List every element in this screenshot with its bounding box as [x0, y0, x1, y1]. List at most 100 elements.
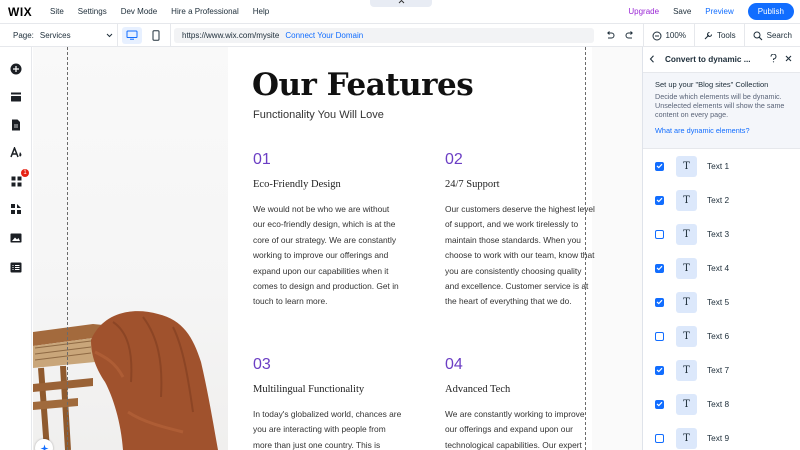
element-checkbox[interactable]	[655, 195, 664, 205]
save-button[interactable]: Save	[673, 7, 691, 16]
feature-card[interactable]: 01 Eco-Friendly Design We would not be w…	[253, 151, 403, 310]
features-section[interactable]: Our Features Functionality You Will Love…	[228, 47, 595, 450]
zoom-level: 100%	[665, 31, 686, 40]
menu-dev-mode[interactable]: Dev Mode	[121, 7, 157, 16]
checkmark-icon	[656, 367, 663, 373]
top-menu: Site Settings Dev Mode Hire a Profession…	[50, 7, 283, 16]
list-item[interactable]: T Text 8	[643, 387, 800, 421]
tools-button[interactable]: Tools	[695, 24, 744, 47]
publish-button[interactable]: Publish	[747, 3, 794, 20]
element-label: Text 9	[707, 433, 730, 443]
checkmark-icon	[656, 299, 663, 305]
chevron-left-icon	[649, 54, 654, 63]
element-checkbox[interactable]	[655, 399, 664, 409]
menu-hire-professional[interactable]: Hire a Professional	[171, 7, 239, 16]
collection-description: Decide which elements will be dynamic. U…	[655, 92, 785, 119]
list-item[interactable]: T Text 2	[643, 183, 800, 217]
design-button[interactable]	[9, 146, 23, 160]
zoom-out-icon	[652, 31, 662, 40]
dynamic-elements-link[interactable]: What are dynamic elements?	[655, 126, 788, 135]
cms-button[interactable]	[9, 260, 23, 274]
text-element-icon: T	[676, 155, 697, 177]
business-icon	[11, 204, 21, 214]
list-item[interactable]: T Text 7	[643, 353, 800, 387]
editor-toolbar: Page: Services https://www.wix.com/mysit…	[0, 23, 800, 47]
feature-description: In today's globalized world, chances are…	[253, 409, 402, 450]
zoom-button[interactable]: 100%	[644, 24, 693, 47]
connect-domain-link[interactable]: Connect Your Domain	[285, 31, 363, 40]
feature-card[interactable]: 03 Multilingual Functionality In today's…	[253, 356, 403, 450]
list-item[interactable]: T Text 1	[643, 149, 800, 183]
list-item[interactable]: T Text 9	[643, 421, 800, 450]
page-subtitle[interactable]: Functionality You Will Love	[253, 109, 384, 121]
chevron-up-icon	[398, 0, 404, 4]
element-label: Text 6	[707, 331, 730, 341]
design-icon	[9, 147, 21, 158]
apps-notification-badge: 1	[21, 169, 29, 177]
element-checkbox[interactable]	[655, 229, 664, 239]
list-item[interactable]: T Text 4	[643, 251, 800, 285]
panel-info-box: Set up your "Blog sites" Collection Deci…	[643, 73, 800, 149]
editor-canvas[interactable]: Our Features Functionality You Will Love…	[33, 47, 642, 450]
page-value: Services	[39, 30, 71, 40]
text-element-icon: T	[676, 393, 697, 415]
collection-heading: Set up your "Blog sites" Collection	[655, 80, 769, 89]
apps-button[interactable]	[9, 174, 23, 188]
media-button[interactable]	[9, 231, 23, 245]
business-button[interactable]	[9, 202, 23, 216]
element-label: Text 2	[707, 195, 730, 205]
help-icon	[770, 53, 777, 63]
feature-description: We are constantly working to improve our…	[445, 409, 585, 450]
wix-logo[interactable]: WIX	[8, 5, 50, 19]
top-bar: WIX Site Settings Dev Mode Hire a Profes…	[0, 0, 800, 24]
menu-settings[interactable]: Settings	[78, 7, 107, 16]
ai-assistant-button[interactable]	[35, 439, 53, 450]
close-icon	[785, 55, 792, 62]
element-checkbox[interactable]	[655, 161, 664, 171]
page-label: Page:	[13, 30, 34, 40]
help-button[interactable]	[770, 53, 777, 65]
text-element-icon: T	[676, 223, 697, 245]
site-url-bar[interactable]: https://www.wix.com/mysite Connect Your …	[174, 28, 594, 43]
pages-button[interactable]	[9, 118, 23, 132]
text-element-icon: T	[676, 257, 697, 279]
back-button[interactable]	[649, 54, 665, 65]
list-item[interactable]: T Text 5	[643, 285, 800, 319]
upgrade-link[interactable]: Upgrade	[628, 7, 659, 16]
preview-button[interactable]: Preview	[705, 7, 733, 16]
list-item[interactable]: T Text 3	[643, 217, 800, 251]
close-panel-button[interactable]	[785, 55, 792, 64]
menu-site[interactable]: Site	[50, 7, 64, 16]
desktop-view-button[interactable]	[122, 26, 142, 44]
page-selector[interactable]: Page: Services	[13, 31, 113, 40]
site-url: https://www.wix.com/mysite	[182, 31, 280, 40]
chair-with-sweater-image[interactable]	[33, 302, 228, 450]
gridline-guide-left	[67, 47, 68, 450]
add-elements-button[interactable]	[9, 62, 23, 76]
cms-icon	[10, 262, 22, 272]
page-title[interactable]: Our Features	[252, 67, 474, 103]
feature-card[interactable]: 02 24/7 Support Our customers deserve th…	[445, 151, 595, 310]
element-checkbox[interactable]	[655, 433, 664, 443]
element-checkbox[interactable]	[655, 331, 664, 341]
collapse-topbar-tab[interactable]	[370, 0, 432, 7]
text-element-icon: T	[676, 359, 697, 381]
menu-help[interactable]: Help	[253, 7, 269, 16]
undo-button[interactable]	[597, 24, 623, 47]
element-checkbox[interactable]	[655, 365, 664, 375]
panel-title: Convert to dynamic ...	[665, 55, 751, 64]
add-section-button[interactable]	[9, 90, 23, 104]
redo-button[interactable]	[623, 24, 643, 47]
feature-card[interactable]: 04 Advanced Tech We are constantly worki…	[445, 356, 595, 450]
checkmark-icon	[656, 197, 663, 203]
search-button[interactable]: Search	[745, 24, 800, 47]
element-checkbox[interactable]	[655, 297, 664, 307]
chevron-down-icon	[106, 33, 113, 37]
feature-title: Multilingual Functionality	[253, 384, 365, 395]
element-checkbox[interactable]	[655, 263, 664, 273]
sparkle-icon	[40, 444, 48, 450]
element-label: Text 1	[707, 161, 730, 171]
mobile-view-button[interactable]	[146, 27, 166, 44]
list-item[interactable]: T Text 6	[643, 319, 800, 353]
text-element-icon: T	[676, 291, 697, 313]
